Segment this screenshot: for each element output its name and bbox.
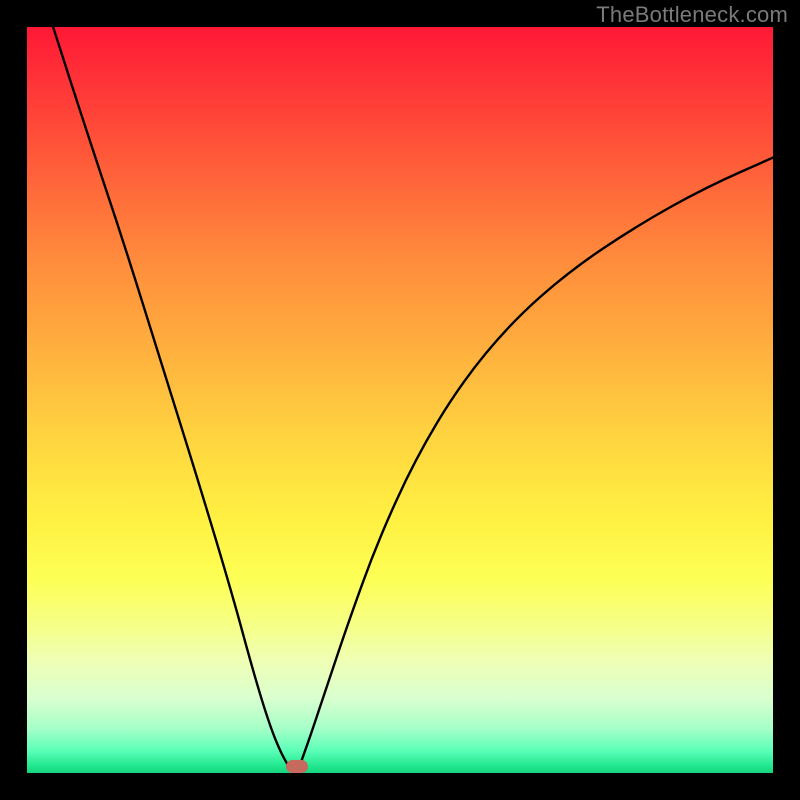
minimum-marker	[286, 760, 308, 773]
plot-area	[27, 27, 773, 773]
outer-frame: TheBottleneck.com	[0, 0, 800, 800]
watermark-text: TheBottleneck.com	[596, 2, 788, 28]
bottleneck-curve	[27, 27, 773, 773]
curve-right-branch	[297, 158, 773, 773]
curve-left-branch	[53, 27, 294, 773]
